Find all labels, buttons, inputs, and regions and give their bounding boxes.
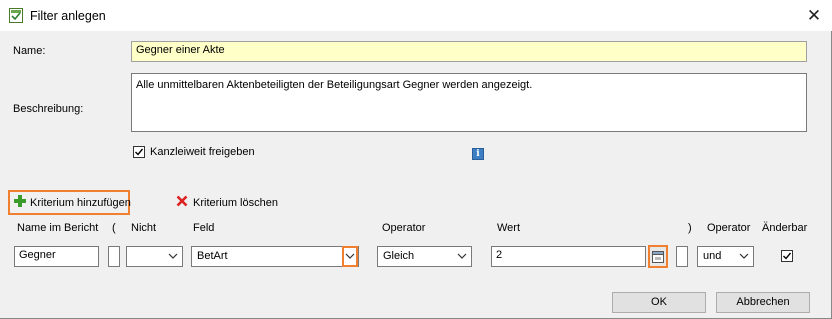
header-close-paren: )	[688, 222, 692, 234]
checkmark-icon	[135, 148, 144, 156]
value-input[interactable]: 2	[491, 246, 646, 267]
name-input[interactable]: Gegner einer Akte	[131, 41, 807, 62]
field-select-value: BetArt	[197, 250, 228, 262]
info-icon[interactable]: i	[472, 148, 484, 160]
header-open-paren: (	[112, 222, 116, 234]
operator2-select[interactable]: und	[697, 246, 754, 267]
share-checkbox[interactable]	[133, 146, 145, 158]
description-textarea[interactable]: Alle unmittelbaren Aktenbeteiligten der …	[131, 73, 807, 132]
chevron-down-icon	[737, 247, 751, 266]
chevron-down-icon	[455, 247, 469, 266]
calendar-icon	[652, 250, 664, 266]
delete-criterion-button[interactable]: Kriterium löschen	[193, 197, 278, 209]
operator2-select-value: und	[703, 250, 722, 262]
value-picker-button[interactable]	[648, 245, 668, 268]
header-value: Wert	[497, 222, 521, 234]
title-bar	[0, 0, 832, 31]
checkmark-icon	[783, 252, 792, 260]
open-paren-input[interactable]	[108, 246, 120, 267]
close-icon[interactable]: ✕	[803, 5, 825, 27]
criterion-name-input[interactable]: Gegner	[14, 246, 99, 267]
add-criterion-button[interactable]: Kriterium hinzufügen	[8, 190, 131, 215]
field-select[interactable]: BetArt	[191, 246, 359, 267]
delete-icon[interactable]	[176, 195, 188, 207]
header-operator: Operator	[382, 222, 426, 234]
window-title: Filter anlegen	[30, 9, 106, 23]
header-not: Nicht	[131, 222, 157, 234]
header-name: Name im Bericht	[17, 222, 99, 234]
operator-select-value: Gleich	[383, 250, 415, 262]
ok-button[interactable]: OK	[612, 292, 706, 313]
chevron-down-icon[interactable]	[342, 246, 358, 267]
close-paren-input[interactable]	[676, 246, 688, 267]
header-editable: Änderbar	[762, 222, 808, 234]
editable-checkbox[interactable]	[781, 250, 793, 262]
chevron-down-icon	[166, 247, 180, 266]
header-operator2: Operator	[707, 222, 751, 234]
add-criterion-label: Kriterium hinzufügen	[30, 197, 131, 209]
plus-icon	[14, 195, 26, 207]
name-label: Name:	[13, 45, 46, 57]
description-label: Beschreibung:	[13, 103, 84, 115]
cancel-button[interactable]: Abbrechen	[716, 292, 810, 313]
share-label: Kanzleiweit freigeben	[150, 146, 255, 158]
operator-select[interactable]: Gleich	[377, 246, 472, 267]
filter-icon	[9, 8, 23, 23]
not-select[interactable]	[126, 246, 183, 267]
header-field: Feld	[193, 222, 215, 234]
